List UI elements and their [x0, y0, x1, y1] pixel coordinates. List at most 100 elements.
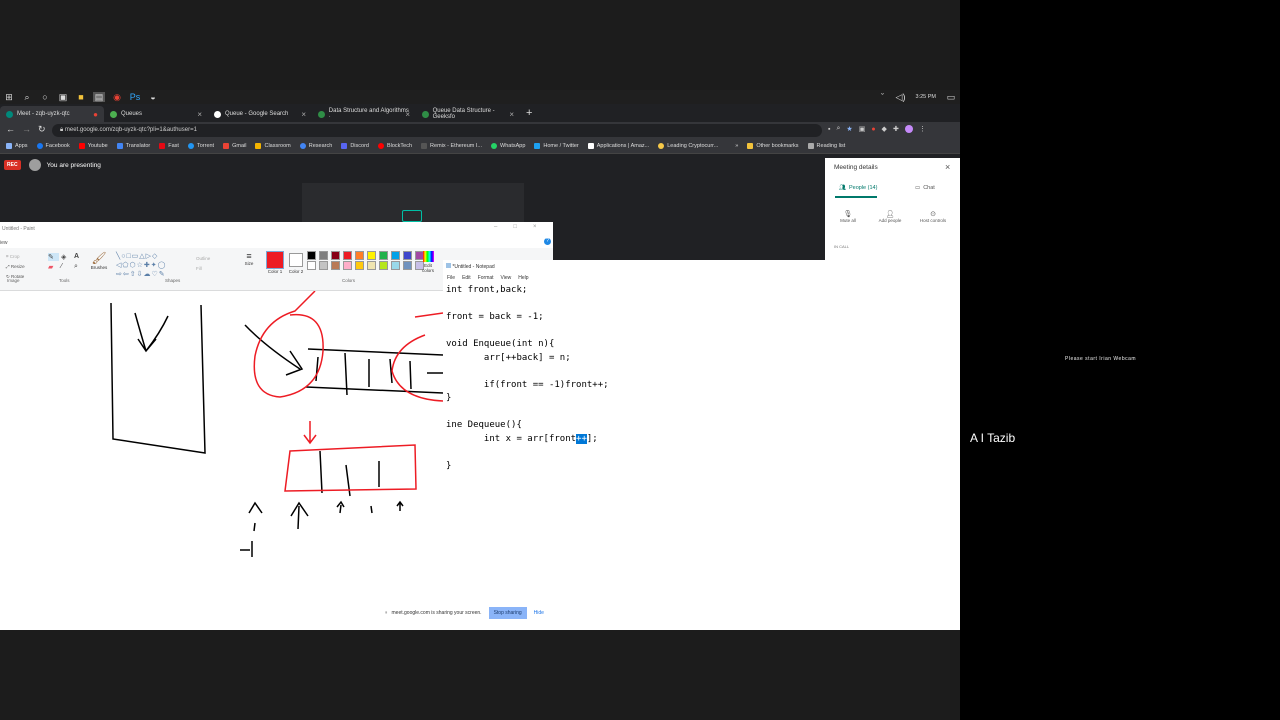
hide-button[interactable]: Hide — [534, 610, 544, 616]
bookmark-reading-list[interactable]: Reading list — [807, 143, 845, 149]
windows-start-icon[interactable]: ⊞ — [3, 92, 15, 102]
host-controls-button[interactable]: ⊙ Host controls — [915, 210, 951, 223]
palette-swatch[interactable] — [331, 261, 340, 270]
palette-swatch[interactable] — [367, 261, 376, 270]
add-people-button[interactable]: 👤︎ Add people — [875, 210, 905, 223]
tab-close-icon[interactable]: × — [197, 110, 202, 119]
search-icon[interactable]: ⌕ — [21, 92, 33, 102]
stop-sharing-button[interactable]: Stop sharing — [488, 607, 527, 619]
app-icon[interactable]: ◒ — [147, 92, 159, 102]
notepad-text-area[interactable]: int front,back; front = back = -1; void … — [446, 284, 609, 473]
bookmark-apps[interactable]: Apps — [6, 143, 28, 149]
reload-icon[interactable]: ↻ — [38, 124, 46, 135]
crop-button[interactable]: ⌗ Crop — [6, 252, 25, 262]
tab-people[interactable]: 👥︎ People (14) — [839, 185, 877, 191]
palette-swatch[interactable] — [319, 251, 328, 260]
chevron-up-icon[interactable]: ˇ — [877, 92, 889, 102]
palette-swatch[interactable] — [343, 261, 352, 270]
bookmark-gmail[interactable]: Gmail — [223, 143, 246, 149]
tab-close-icon[interactable]: × — [405, 110, 410, 119]
menu-dots-icon[interactable]: ⋮ — [919, 125, 926, 133]
palette-swatch[interactable] — [307, 251, 316, 260]
bookmark-amazon[interactable]: Applications | Amaz... — [587, 143, 649, 149]
tab-close-icon[interactable]: × — [301, 110, 306, 119]
taskbar-clock[interactable]: 3:25 PM — [916, 94, 936, 100]
url-field[interactable]: 🔒︎ meet.google.com/zqb-uyzk-qtc?pli=1&au… — [52, 124, 822, 137]
view-tab[interactable]: iew — [0, 240, 8, 246]
file-explorer-icon[interactable]: ■ — [75, 92, 87, 102]
tab-meet[interactable]: Meet - zqb-uyzk-qtc ● — [0, 106, 104, 122]
palette-swatch[interactable] — [319, 261, 328, 270]
palette-swatch[interactable] — [355, 261, 364, 270]
bookmark-twitter[interactable]: Home / Twitter — [534, 143, 579, 149]
mute-all-button[interactable]: 🎙︎ Mute all — [837, 210, 859, 223]
fill-bucket-icon[interactable]: ◈ — [61, 253, 72, 261]
tab-queue-geeks[interactable]: Queue Data Structure - Geeksfo × — [416, 106, 520, 122]
text-icon[interactable]: A — [74, 253, 85, 261]
menu-help[interactable]: Help — [518, 275, 528, 281]
eraser-icon[interactable]: ▰ — [48, 263, 59, 271]
bookmark-classroom[interactable]: Classroom — [255, 143, 291, 149]
palette-swatch[interactable] — [391, 251, 400, 260]
color-picker-icon[interactable]: ⁄ — [61, 263, 72, 271]
paint-canvas[interactable] — [0, 291, 443, 630]
bookmark-blocktech[interactable]: BlockTech — [377, 143, 412, 149]
fill-button[interactable]: Fill — [196, 264, 210, 274]
chrome-app-icon[interactable]: ◉ — [111, 92, 123, 102]
new-tab-icon[interactable]: + — [526, 107, 532, 119]
close-icon[interactable]: × — [945, 162, 950, 172]
bookmark-whatsapp[interactable]: WhatsApp — [491, 143, 525, 149]
bookmark-crypto[interactable]: Leading Cryptocurr... — [658, 143, 718, 149]
bookmarks-more-icon[interactable]: » — [735, 143, 738, 149]
bookmark-torrent[interactable]: Torrent — [187, 143, 214, 149]
menu-edit[interactable]: Edit — [462, 275, 471, 281]
tab-close-icon[interactable]: × — [509, 110, 514, 119]
bookmark-remix[interactable]: Remix - Ethereum I... — [421, 143, 482, 149]
palette-swatch[interactable] — [379, 251, 388, 260]
tab-close-icon[interactable]: ● — [93, 110, 98, 119]
forward-icon[interactable]: → — [22, 124, 31, 134]
minimize-icon[interactable]: – — [494, 224, 497, 230]
puzzle-icon[interactable]: ✚ — [893, 125, 899, 133]
zoom-icon[interactable]: ⌕ — [836, 125, 840, 133]
tab-chat[interactable]: ▭ Chat — [915, 185, 935, 191]
menu-format[interactable]: Format — [478, 275, 494, 281]
volume-icon[interactable]: ◁) — [895, 92, 907, 102]
edit-colors-button[interactable]: Edit colors — [419, 251, 437, 273]
palette-swatch[interactable] — [343, 251, 352, 260]
tab-queues[interactable]: Queues × — [104, 106, 208, 122]
palette-swatch[interactable] — [307, 261, 316, 270]
tab-google-search[interactable]: Queue - Google Search × — [208, 106, 312, 122]
brushes-button[interactable]: 🖌︎ Brushes — [88, 251, 110, 270]
photoshop-app-icon[interactable]: Ps — [129, 92, 141, 102]
palette-swatch[interactable] — [403, 251, 412, 260]
bookmark-facebook[interactable]: Facebook — [36, 143, 70, 149]
back-icon[interactable]: ← — [6, 124, 15, 134]
drag-handle-icon[interactable]: ⏸ — [385, 610, 388, 616]
bookmark-fast[interactable]: Fast — [159, 143, 179, 149]
notepad-app-icon[interactable]: ▤ — [93, 92, 105, 102]
color1-button[interactable]: Color 1 — [264, 251, 286, 274]
magnifier-icon[interactable]: ⌕ — [74, 263, 85, 271]
tab-dsa[interactable]: Data Structure and Algorithms · × — [312, 106, 416, 122]
pencil-icon[interactable]: ✎ — [48, 253, 59, 261]
menu-file[interactable]: File — [447, 275, 455, 281]
palette-swatch[interactable] — [391, 261, 400, 270]
palette-swatch[interactable] — [379, 261, 388, 270]
bookmark-translator[interactable]: Translator — [116, 143, 150, 149]
help-icon[interactable]: ? — [544, 238, 551, 245]
maximize-icon[interactable]: □ — [513, 224, 517, 230]
palette-swatch[interactable] — [331, 251, 340, 260]
bookmark-research[interactable]: Research — [299, 143, 332, 149]
close-icon[interactable]: × — [533, 224, 537, 230]
extension-icon[interactable]: ◆ — [882, 125, 887, 133]
shapes-gallery[interactable]: ╲○□▭△▷◇ ◁⬠⬡☆✚✦◯ ⇨⇦⇧⇩☁♡✎ — [116, 252, 190, 278]
notification-icon[interactable]: ▭ — [945, 92, 957, 102]
task-view-icon[interactable]: ▣ — [57, 92, 69, 102]
menu-view[interactable]: View — [501, 275, 512, 281]
size-button[interactable]: ≡ Size — [240, 252, 258, 267]
palette-swatch[interactable] — [367, 251, 376, 260]
color2-button[interactable]: Color 2 — [287, 251, 305, 274]
cortana-icon[interactable]: ○ — [39, 92, 51, 102]
camera-icon[interactable]: ▪ — [828, 126, 830, 133]
